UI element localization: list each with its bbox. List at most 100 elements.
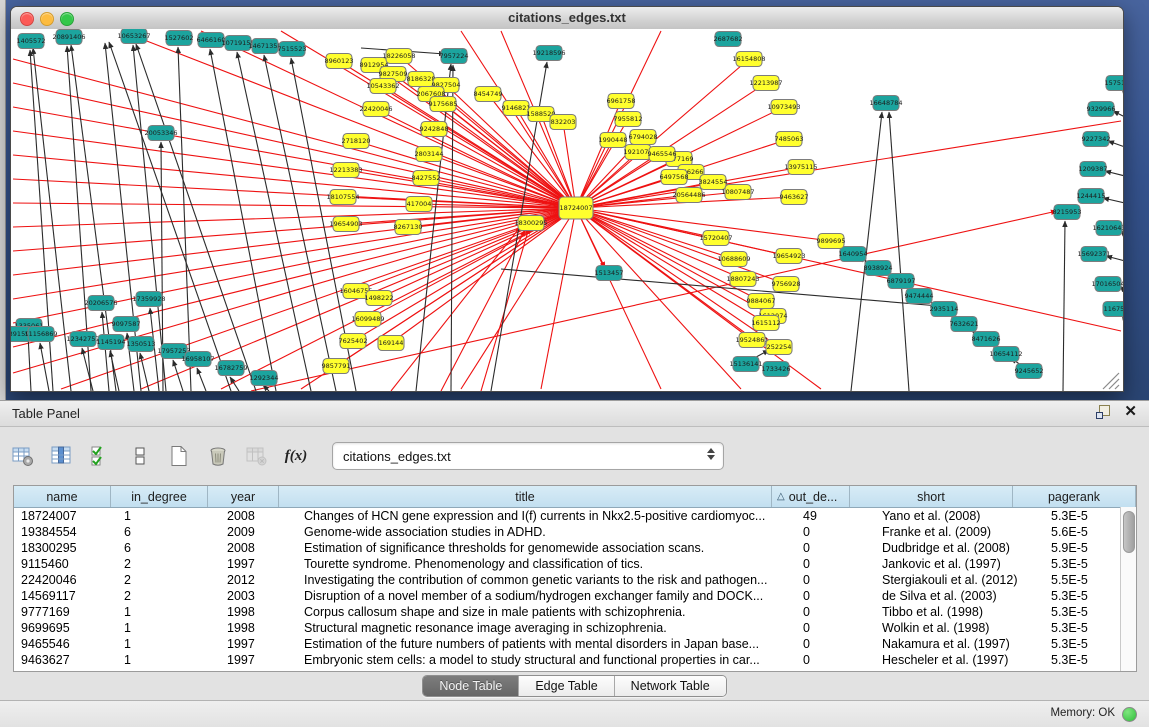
graph-node[interactable]: 18807243 [726,272,759,287]
graph-node[interactable]: 20206576 [84,296,117,311]
graph-node[interactable]: 169144 [378,336,404,351]
graph-node[interactable]: 1615112 [752,316,781,331]
graph-node[interactable]: 1513457 [595,266,624,281]
graph-node[interactable]: 1292344 [250,371,279,386]
graph-node[interactable]: 12213987 [749,76,782,91]
graph-node[interactable]: 9899695 [817,234,846,249]
tab-edge-table[interactable]: Edge Table [519,676,614,696]
graph-node[interactable]: 9465546 [648,147,677,162]
column-header-short[interactable]: short [850,486,1013,507]
graph-node[interactable]: 832203 [550,115,576,130]
graph-node[interactable]: 20053346 [144,126,177,141]
graph-node[interactable]: 1990448 [599,133,628,148]
column-header-out-degree[interactable]: △ out_de... [772,486,850,507]
graph-node[interactable]: 9884067 [747,294,776,309]
graph-node[interactable]: 1575107 [1105,76,1123,91]
float-panel-icon[interactable] [1096,405,1110,419]
graph-node[interactable]: 1244415 [1077,189,1106,204]
graph-node[interactable]: 7957224 [440,49,469,64]
graph-node[interactable]: 1498222 [365,291,394,306]
new-column-icon[interactable] [166,443,192,469]
graph-node[interactable]: 2803144 [415,147,444,162]
graph-node[interactable]: 18300295 [514,216,547,231]
graph-node[interactable]: 12213383 [329,163,362,178]
graph-node[interactable]: 9756928 [772,277,801,292]
graph-node[interactable]: 9175685 [429,97,458,112]
graph-node[interactable]: 1405572 [17,34,46,49]
table-scrollbar-thumb[interactable] [1123,511,1135,553]
table-row[interactable]: 911546021997Tourette syndrome. Phenomeno… [14,556,1136,572]
graph-node[interactable]: 1209387 [1079,162,1108,177]
graph-node[interactable]: 18226058 [382,49,415,64]
graph-node[interactable]: 22420046 [359,102,392,117]
graph-node[interactable]: 8454749 [474,87,503,102]
table-row[interactable]: 1456911722003Disruption of a novel membe… [14,588,1136,604]
column-header-title[interactable]: title [279,486,772,507]
citation-graph[interactable]: 1405572208914061065326715276026466160107… [11,29,1123,391]
graph-node[interactable]: 8960123 [325,54,354,69]
show-columns-icon[interactable] [49,443,75,469]
graph-node[interactable]: 7625402 [339,334,368,349]
table-row[interactable]: 1872400712008Changes of HCN gene express… [14,508,1136,524]
graph-node[interactable]: 7955812 [614,112,643,127]
graph-node[interactable]: 9857791 [322,359,351,374]
network-window-titlebar[interactable]: citations_edges.txt [11,7,1123,30]
graph-node[interactable]: 13975115 [784,160,817,175]
table-mode-icon[interactable] [10,443,36,469]
graph-node[interactable]: 1527602 [165,31,194,46]
column-header-pagerank[interactable]: pagerank [1013,486,1136,507]
graph-node[interactable]: 2935114 [930,302,959,317]
graph-node[interactable]: 15692371 [1077,247,1110,262]
graph-node[interactable]: 16958107 [181,352,214,367]
table-row[interactable]: 1938455462009Genome-wide association stu… [14,524,1136,540]
graph-node[interactable]: 8267130 [394,220,423,235]
column-header-year[interactable]: year [208,486,279,507]
graph-node[interactable]: 1733426 [762,362,791,377]
table-row[interactable]: 946362711997Embryonic stem cells: a mode… [14,652,1136,668]
graph-node[interactable]: 18107554 [326,190,359,205]
table-row[interactable]: 2242004622012Investigating the contribut… [14,572,1136,588]
graph-node[interactable]: 1640954 [839,247,868,262]
graph-node[interactable]: 20564486 [672,188,705,203]
graph-node[interactable]: 8427552 [412,171,441,186]
graph-node[interactable]: 8938924 [864,261,893,276]
graph-node[interactable]: 9242848 [420,122,449,137]
graph-node[interactable]: 19524861 [735,333,768,348]
graph-node[interactable]: 7485063 [775,132,804,147]
graph-node[interactable]: 10973493 [767,100,800,115]
graph-node[interactable]: 10688609 [717,252,750,267]
graph-node[interactable]: 12342757 [66,332,99,347]
tab-network-table[interactable]: Network Table [615,676,726,696]
graph-node[interactable]: 19654923 [772,249,805,264]
graph-node[interactable]: 7515523 [278,42,307,57]
graph-node[interactable]: 17359928 [132,292,165,307]
close-panel-icon[interactable]: ✕ [1124,405,1137,419]
graph-node[interactable]: 15136141 [729,357,762,372]
graph-node[interactable]: 9227342 [1082,132,1111,147]
table-scrollbar[interactable] [1120,507,1136,671]
graph-node[interactable]: 7632621 [950,317,979,332]
graph-node[interactable]: 11156869 [24,327,57,342]
graph-node[interactable]: 6497568 [660,170,689,185]
graph-node[interactable]: 9474444 [905,289,934,304]
collapsed-panel-strip[interactable] [0,0,6,400]
graph-node[interactable]: 10653267 [117,29,150,44]
graph-node[interactable]: 10654112 [989,347,1022,362]
graph-node[interactable]: 16782759 [214,361,247,376]
graph-node[interactable]: 20891406 [52,30,85,45]
graph-node[interactable]: 2687682 [714,32,743,47]
table-row[interactable]: 977716911998Corpus callosum shape and si… [14,604,1136,620]
table-selector-dropdown[interactable]: citations_edges.txt [332,442,724,470]
graph-node[interactable]: 19218596 [532,46,565,61]
function-builder-icon[interactable]: f(x) [283,443,309,469]
graph-node[interactable]: 10543362 [366,79,399,94]
graph-node[interactable]: 9245652 [1015,364,1044,379]
graph-node[interactable]: 8471626 [972,332,1001,347]
graph-node[interactable]: 16154808 [732,52,765,67]
table-row[interactable]: 969969511998Structural magnetic resonanc… [14,620,1136,636]
graph-node[interactable]: 17016504 [1091,277,1123,292]
graph-node[interactable]: 19654903 [329,217,362,232]
graph-node[interactable]: 6879197 [887,274,916,289]
graph-node[interactable]: 6794028 [629,130,658,145]
resize-grip-icon[interactable] [1103,373,1119,389]
